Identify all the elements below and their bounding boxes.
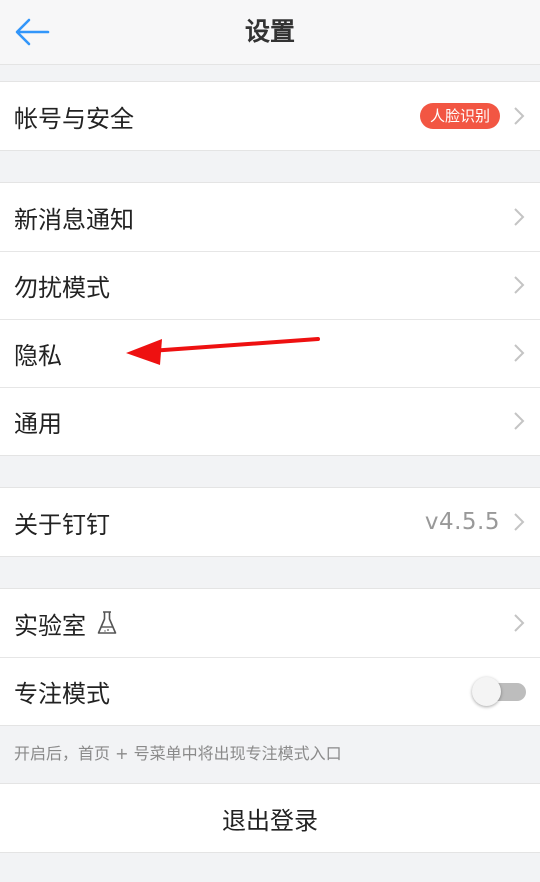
- new-message-notification-row[interactable]: 新消息通知: [0, 183, 540, 251]
- face-recognition-badge: 人脸识别: [419, 103, 500, 129]
- account-group: 帐号与安全 人脸识别: [0, 81, 540, 151]
- focus-mode-hint: 开启后，首页 + 号菜单中将出现专注模式入口: [14, 744, 342, 763]
- chevron-right-icon: [512, 105, 526, 127]
- navigation-bar: 设置: [0, 0, 540, 65]
- toggle-knob: [472, 677, 501, 706]
- settings-group: 新消息通知 勿扰模式 隐私 通用: [0, 182, 540, 456]
- chevron-right-icon: [512, 206, 526, 228]
- page-title: 设置: [244, 17, 295, 46]
- row-label: 通用: [14, 409, 62, 438]
- privacy-row[interactable]: 隐私: [0, 319, 540, 387]
- row-label: 新消息通知: [14, 205, 134, 234]
- about-group: 关于钉钉 v4.5.5: [0, 487, 540, 557]
- chevron-right-icon: [512, 511, 526, 533]
- row-label: 隐私: [14, 341, 62, 370]
- account-security-label: 帐号与安全: [14, 104, 134, 133]
- row-label: 勿扰模式: [14, 273, 110, 302]
- chevron-right-icon: [512, 612, 526, 634]
- lab-label-wrap: 实验室: [14, 606, 500, 641]
- about-dingtalk-row[interactable]: 关于钉钉 v4.5.5: [0, 488, 540, 556]
- lab-group: 实验室 专注模式: [0, 588, 540, 726]
- do-not-disturb-row[interactable]: 勿扰模式: [0, 251, 540, 319]
- chevron-right-icon: [512, 274, 526, 296]
- chevron-right-icon: [512, 342, 526, 364]
- general-row[interactable]: 通用: [0, 387, 540, 455]
- focus-mode-label: 专注模式: [14, 679, 110, 708]
- logout-button[interactable]: 退出登录: [0, 783, 540, 853]
- focus-mode-toggle[interactable]: [472, 676, 526, 706]
- lab-label: 实验室: [14, 611, 86, 640]
- chevron-right-icon: [512, 410, 526, 432]
- account-security-row[interactable]: 帐号与安全 人脸识别: [0, 82, 540, 150]
- lab-row[interactable]: 实验室: [0, 589, 540, 657]
- version-text: v4.5.5: [424, 509, 500, 535]
- about-label: 关于钉钉: [14, 510, 110, 539]
- flask-icon: [96, 610, 118, 636]
- focus-mode-row: 专注模式: [0, 657, 540, 725]
